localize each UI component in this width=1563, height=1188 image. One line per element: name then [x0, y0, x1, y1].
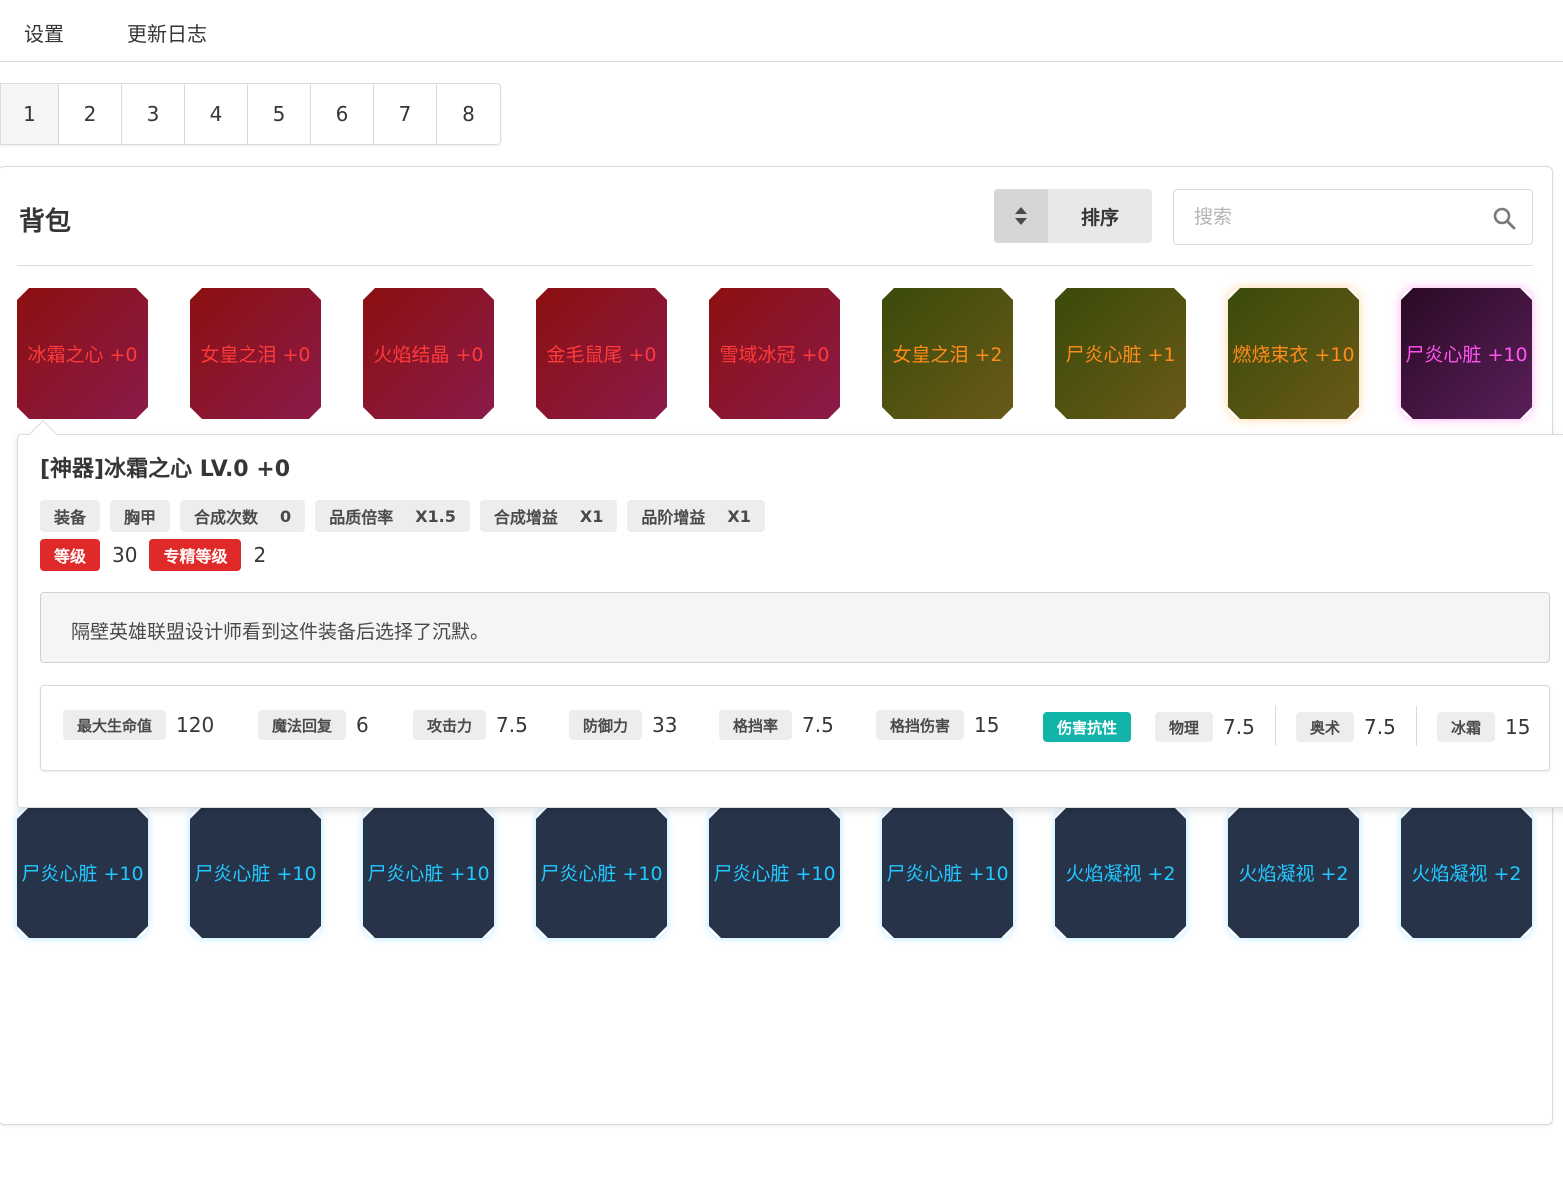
item-tile[interactable]: 尸炎心脏 +10	[17, 807, 148, 938]
item-tile[interactable]: 女皇之泪 +2	[882, 288, 1013, 419]
nav-settings[interactable]: 设置	[24, 18, 64, 47]
item-stats: 最大生命值 120 魔法回复 6 攻击力 7.5 防御力 33 格挡率 7.5 格挡伤害 1…	[40, 685, 1550, 771]
stat-mana-regen: 魔法回复 6	[258, 710, 369, 740]
tag-slot: 胸甲	[110, 500, 171, 532]
stat-label: 格挡伤害	[876, 710, 965, 740]
item-tile[interactable]: 火焰结晶 +0	[363, 288, 494, 419]
tag-quality-multiplier: 品质倍率 X1.5	[315, 500, 470, 532]
item-tile[interactable]: 尸炎心脏 +10	[536, 807, 667, 938]
resist-arcane: 奥术 7.5	[1296, 712, 1396, 742]
stat-value: 15	[1505, 715, 1531, 739]
sort-label: 排序	[1080, 206, 1119, 229]
item-tile[interactable]: 尸炎心脏 +1	[1055, 288, 1186, 419]
tag-tier-bonus: 品阶增益 X1	[627, 500, 765, 532]
top-nav: 设置 更新日志	[0, 0, 1563, 62]
stat-label: 攻击力	[413, 710, 487, 740]
item-description-text: 隔壁英雄联盟设计师看到这件装备后选择了沉默。	[71, 621, 490, 643]
resist-badge: 伤害抗性	[1043, 712, 1132, 742]
page-tab-4[interactable]: 4	[185, 84, 248, 144]
stat-label: 物理	[1155, 712, 1214, 742]
item-tile[interactable]: 冰霜之心 +0	[17, 288, 148, 419]
stat-value: 15	[974, 713, 1000, 737]
item-tile[interactable]: 尸炎心脏 +10	[709, 807, 840, 938]
stat-value: 7.5	[1223, 715, 1255, 739]
stat-label: 奥术	[1296, 712, 1355, 742]
stat-value: 120	[176, 713, 215, 737]
stat-defense: 防御力 33	[569, 710, 677, 740]
stat-value: 7.5	[1364, 715, 1396, 739]
tag-label: 胸甲	[124, 508, 157, 527]
resist-physical: 物理 7.5	[1155, 712, 1255, 742]
bag-divider	[17, 265, 1533, 266]
level-row: 等级 30 专精等级 2	[40, 539, 278, 571]
search-input[interactable]	[1194, 204, 1474, 230]
tag-label: 品质倍率	[329, 508, 394, 527]
level-value: 30	[112, 543, 138, 567]
item-description: 隔壁英雄联盟设计师看到这件装备后选择了沉默。	[40, 592, 1550, 663]
stat-value: 6	[356, 713, 369, 737]
item-tile[interactable]: 尸炎心脏 +10	[363, 807, 494, 938]
item-tile[interactable]: 尸炎心脏 +10	[1401, 288, 1532, 419]
resist-frost: 冰霜 15	[1437, 712, 1530, 742]
search-box	[1173, 189, 1533, 245]
item-tile[interactable]: 尸炎心脏 +10	[190, 807, 321, 938]
tag-merge-bonus: 合成增益 X1	[479, 500, 618, 532]
tag-value: 0	[280, 506, 292, 526]
tag-value: X1.5	[415, 506, 456, 526]
mastery-value: 2	[253, 543, 267, 567]
resist-divider	[1275, 706, 1276, 746]
tag-value: X1	[727, 506, 751, 526]
level-badge: 等级	[40, 539, 101, 571]
stat-label: 最大生命值	[63, 710, 167, 740]
tag-label: 品阶增益	[641, 508, 706, 527]
tag-type: 装备	[40, 500, 101, 532]
item-tile[interactable]: 火焰凝视 +2	[1228, 807, 1359, 938]
tag-label: 装备	[54, 508, 87, 527]
stat-block-rate: 格挡率 7.5	[719, 710, 834, 740]
page-tab-5[interactable]: 5	[248, 84, 311, 144]
sort-icon	[994, 189, 1048, 243]
page-tab-3[interactable]: 3	[122, 84, 185, 144]
item-detail-title: [神器]冰霜之心 LV.0 +0	[40, 457, 291, 482]
item-tile[interactable]: 女皇之泪 +0	[190, 288, 321, 419]
resist-divider	[1416, 706, 1417, 746]
item-tile[interactable]: 雪域冰冠 +0	[709, 288, 840, 419]
page-tab-1[interactable]: 1	[1, 84, 59, 144]
page-tab-2[interactable]: 2	[59, 84, 122, 144]
tag-merge-count: 合成次数 0	[180, 500, 306, 532]
stat-value: 7.5	[802, 713, 834, 737]
page-tab-8[interactable]: 8	[437, 84, 500, 144]
nav-changelog[interactable]: 更新日志	[127, 18, 207, 47]
item-tile[interactable]: 尸炎心脏 +10	[882, 807, 1013, 938]
page-tabs: 1 2 3 4 5 6 7 8	[0, 83, 501, 145]
stat-label: 格挡率	[719, 710, 793, 740]
bag-title: 背包	[19, 207, 72, 237]
stat-label: 防御力	[569, 710, 643, 740]
stat-value: 7.5	[496, 713, 528, 737]
stat-block-damage: 格挡伤害 15	[876, 710, 999, 740]
sort-button[interactable]: 排序	[994, 189, 1152, 243]
item-tile[interactable]: 火焰凝视 +2	[1401, 807, 1532, 938]
item-tile[interactable]: 燃烧束衣 +10	[1228, 288, 1359, 419]
stat-label: 冰霜	[1437, 712, 1496, 742]
stat-max-hp: 最大生命值 120	[63, 710, 214, 740]
stat-value: 33	[652, 713, 678, 737]
item-detail-popover: [神器]冰霜之心 LV.0 +0 装备 胸甲 合成次数 0 品质倍率 X1.5 合成…	[17, 434, 1563, 808]
item-tile[interactable]: 火焰凝视 +2	[1055, 807, 1186, 938]
page-tab-7[interactable]: 7	[374, 84, 437, 144]
item-tile[interactable]: 金毛鼠尾 +0	[536, 288, 667, 419]
page-tab-6[interactable]: 6	[311, 84, 374, 144]
mastery-badge: 专精等级	[149, 539, 242, 571]
tag-label: 合成次数	[194, 508, 259, 527]
search-icon[interactable]	[1492, 206, 1516, 230]
tag-value: X1	[579, 506, 604, 526]
stat-attack: 攻击力 7.5	[413, 710, 528, 740]
item-tags: 装备 胸甲 合成次数 0 品质倍率 X1.5 合成增益 X1 品阶增益 X1	[40, 500, 765, 532]
stat-label: 魔法回复	[258, 710, 347, 740]
tag-label: 合成增益	[493, 508, 558, 527]
